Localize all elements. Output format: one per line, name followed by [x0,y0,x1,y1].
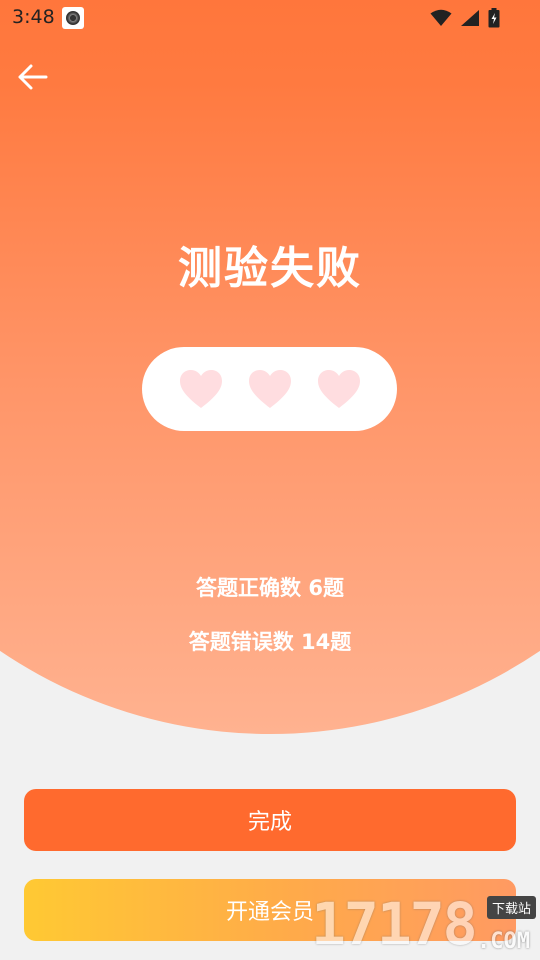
watermark: 17178 下载站 .COM [311,890,536,958]
app-qr-icon [62,7,84,29]
heart-icon [317,370,360,408]
battery-icon [488,8,500,28]
correct-count: 答题正确数 6题 [196,576,344,600]
back-button[interactable] [16,60,50,94]
status-time: 3:48 [12,6,55,28]
watermark-digits: 17178 [311,890,478,958]
heart-icon [248,370,291,408]
wifi-icon [430,9,452,26]
arrow-left-icon [18,64,48,90]
watermark-suffix: .COM [477,929,530,954]
watermark-badge: 下载站 [486,896,536,919]
lives-indicator [142,347,397,431]
result-title: 测验失败 [178,243,362,294]
signal-icon [461,10,479,26]
status-bar: 3:48 [0,0,540,36]
quiz-result-screen: 3:48 测验失败 答题正确数 6题 答题错误数 14题 完成 开通会员 171… [0,0,540,960]
heart-icon [179,370,222,408]
done-button[interactable]: 完成 [24,789,516,851]
status-icons [430,8,500,28]
wrong-count: 答题错误数 14题 [188,630,352,654]
